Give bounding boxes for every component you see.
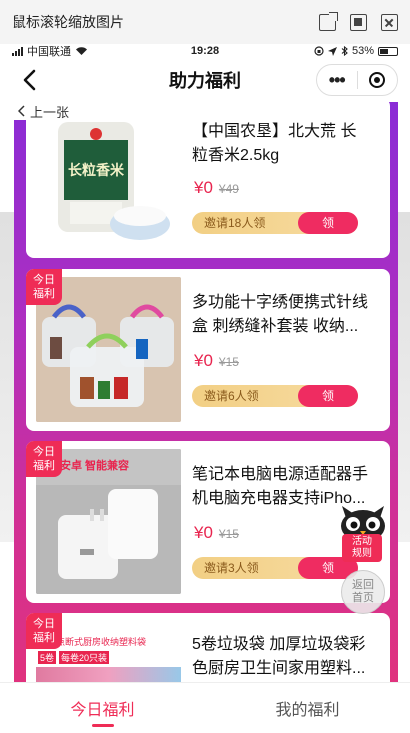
- today-badge: 今日福利: [26, 269, 62, 305]
- invite-bar: 邀请18人领 领: [192, 212, 358, 234]
- product-card[interactable]: 今日 福利 家用点断式厨房收纳塑料袋 5卷 每卷20只装 5卷垃圾袋 加厚垃圾袋彩…: [26, 613, 390, 682]
- viewer-title: 鼠标滚轮缩放图片: [12, 14, 124, 30]
- signal-icon: [12, 46, 23, 56]
- invite-requirement: 邀请3人领: [204, 561, 259, 575]
- battery-icon: [378, 46, 398, 56]
- product-title: 5卷垃圾袋 加厚垃圾袋彩色厨房卫生间家用塑料...: [192, 636, 366, 677]
- lock-rotation-icon: [314, 46, 324, 56]
- claim-button[interactable]: 领: [298, 385, 358, 407]
- active-tab-indicator: [91, 724, 114, 727]
- viewer-controls: [319, 11, 398, 31]
- tab-today-welfare[interactable]: 今日福利: [0, 683, 205, 733]
- invite-requirement: 邀请18人领: [204, 216, 266, 230]
- open-external-icon[interactable]: [319, 11, 338, 31]
- tab-my-welfare[interactable]: 我的福利: [205, 683, 410, 733]
- original-price: ¥15: [218, 527, 239, 541]
- product-list[interactable]: 上一张 今日福利 长粒香米 【中国农垦】北大荒 长粒香米2.5kg ¥0 ¥49: [0, 102, 410, 682]
- status-bar: 中国联通 19:28 53%: [0, 44, 410, 58]
- restore-icon[interactable]: [350, 13, 367, 31]
- wifi-icon: [76, 47, 87, 55]
- mini-program-capsule: •••: [316, 64, 398, 96]
- invite-requirement: 邀请6人领: [204, 389, 259, 403]
- bluetooth-icon: [341, 46, 348, 56]
- activity-rules-button[interactable]: 活动 规则: [342, 534, 382, 562]
- battery-percent: 53%: [351, 45, 374, 57]
- original-price: ¥49: [218, 182, 239, 196]
- page-title: 助力福利: [169, 71, 241, 91]
- product-card[interactable]: 今日福利 长粒香米 【中国农垦】北大荒 长粒香米2.5kg ¥0 ¥49 邀请1…: [26, 102, 390, 258]
- today-badge: 今日福利: [26, 613, 62, 649]
- product-title: 多功能十字绣便携式针线盒 刺绣缝补套装 收纳...: [192, 294, 369, 335]
- today-badge: 今日福利: [26, 441, 62, 477]
- more-icon[interactable]: •••: [317, 65, 357, 95]
- product-price: ¥0: [194, 351, 213, 370]
- back-home-button[interactable]: 返回 首页: [341, 570, 385, 614]
- product-image-rice: 长粒香米: [36, 112, 181, 257]
- previous-image-link[interactable]: 上一张: [14, 102, 74, 120]
- back-arrow-icon[interactable]: [18, 68, 42, 92]
- carrier-label: 中国联通: [27, 46, 71, 58]
- product-card[interactable]: 今日 福利 苹果安卓 智能兼容 笔记本电脑电源适配器手机电脑充电器支持iPho..…: [26, 441, 390, 603]
- nav-bar: 助力福利 •••: [0, 58, 410, 102]
- product-card[interactable]: 今日 福利 多功能十字绣便携式针线盒 刺绣缝补套装 收纳... ¥0 ¥15 邀…: [26, 269, 390, 431]
- product-price: ¥0: [194, 178, 213, 197]
- location-icon: [327, 46, 337, 56]
- claim-button[interactable]: 领: [298, 212, 358, 234]
- invite-bar: 邀请6人领 领: [192, 385, 358, 407]
- product-title: 【中国农垦】北大荒 长粒香米2.5kg: [192, 123, 357, 164]
- rice-brand-text: 长粒香米: [68, 162, 124, 178]
- product-price: ¥0: [194, 523, 213, 542]
- close-miniprogram-icon[interactable]: [357, 72, 397, 88]
- original-price: ¥15: [218, 355, 239, 369]
- tab-bar: 今日福利 我的福利: [0, 682, 410, 733]
- chevron-left-icon: [18, 105, 25, 117]
- image-viewer-bar: 鼠标滚轮缩放图片: [0, 0, 410, 44]
- invite-bar: 邀请3人领 领: [192, 557, 358, 579]
- screen: 鼠标滚轮缩放图片 中国联通 19:28 53% 助力福利 ••• 上一张 长粒香…: [0, 0, 410, 733]
- close-icon[interactable]: [381, 13, 398, 31]
